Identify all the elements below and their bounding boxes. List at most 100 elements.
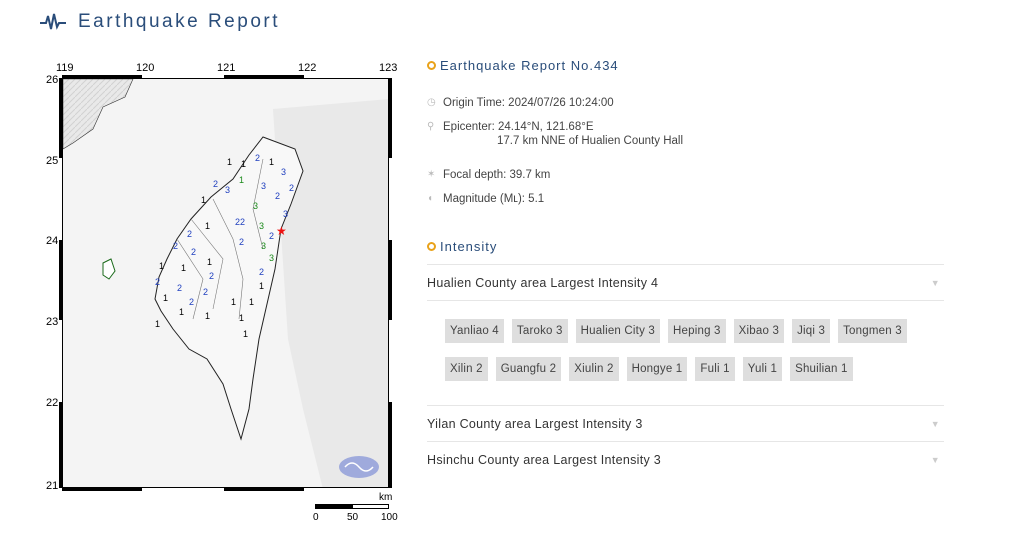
svg-text:1: 1 — [249, 297, 254, 307]
svg-text:2: 2 — [275, 191, 280, 201]
magnitude-icon: ◖ — [427, 193, 434, 204]
svg-text:2: 2 — [259, 267, 264, 277]
svg-text:3: 3 — [253, 201, 258, 211]
star-icon: ✶ — [427, 169, 436, 180]
page-title: Earthquake Report — [78, 11, 280, 32]
svg-text:2: 2 — [255, 153, 260, 163]
lat-tick: 26 — [46, 74, 59, 86]
station-chip[interactable]: Yanliao 4 — [445, 319, 504, 343]
svg-text:1: 1 — [181, 263, 186, 273]
svg-text:2: 2 — [177, 283, 182, 293]
lon-tick: 121 — [217, 62, 236, 74]
station-chip[interactable]: Hongye 1 — [626, 357, 688, 381]
svg-text:3: 3 — [261, 241, 266, 251]
svg-text:1: 1 — [159, 261, 164, 271]
svg-text:2: 2 — [189, 297, 194, 307]
svg-text:1: 1 — [269, 157, 274, 167]
svg-text:2: 2 — [173, 241, 178, 251]
svg-text:1: 1 — [239, 175, 244, 185]
svg-text:1: 1 — [241, 159, 246, 169]
station-chip[interactable]: Heping 3 — [668, 319, 726, 343]
clock-icon: ◷ — [427, 97, 436, 108]
intensity-title: Intensity — [427, 239, 947, 254]
station-chip[interactable]: Guangfu 2 — [495, 357, 562, 381]
svg-text:2: 2 — [203, 287, 208, 297]
station-chip[interactable]: Taroko 3 — [511, 319, 568, 343]
station-chip[interactable]: Shuilian 1 — [790, 357, 853, 381]
svg-text:1: 1 — [259, 281, 264, 291]
svg-text:1: 1 — [227, 157, 232, 167]
svg-text:1: 1 — [243, 329, 248, 339]
station-chip[interactable]: Xilin 2 — [445, 357, 488, 381]
page-header: Earthquake Report — [40, 8, 280, 36]
svg-text:2: 2 — [213, 179, 218, 189]
report-panel: Earthquake Report No.434 ◷ Origin Time: … — [427, 58, 947, 477]
svg-text:2: 2 — [289, 183, 294, 193]
svg-text:1: 1 — [239, 313, 244, 323]
report-title-text: Earthquake Report No.434 — [440, 58, 619, 73]
epicenter: ⚲ Epicenter: 24.14°N, 121.68°E 17.7 km N… — [427, 121, 683, 147]
area-hsinchu[interactable]: Hsinchu County area Largest Intensity 3 … — [427, 441, 944, 477]
svg-text:3: 3 — [269, 253, 274, 263]
intensity-accordion: Hualien County area Largest Intensity 4 … — [427, 264, 944, 477]
taiwan-map-svg: 1 1 2 1 3 2 2 3 1 3 2 1 3 3 22 3 2 2 1 2 — [63, 79, 388, 487]
scale-unit: km — [379, 492, 393, 503]
lat-tick: 22 — [46, 397, 59, 409]
svg-text:1: 1 — [205, 311, 210, 321]
lon-tick: 123 — [379, 62, 398, 74]
svg-text:2: 2 — [155, 277, 160, 287]
svg-text:2: 2 — [269, 231, 274, 241]
circle-bullet-icon — [427, 61, 436, 70]
report-info: ◷ Origin Time: 2024/07/26 10:24:00 ⚲ Epi… — [427, 97, 947, 217]
location-pin-icon: ⚲ — [427, 121, 435, 132]
area-yilan[interactable]: Yilan County area Largest Intensity 3 ▼ — [427, 405, 944, 441]
scale-label: 0 — [313, 512, 319, 523]
station-chip[interactable]: Xiulin 2 — [569, 357, 619, 381]
station-chip[interactable]: Fuli 1 — [695, 357, 735, 381]
seismograph-icon — [40, 13, 66, 30]
chevron-down-icon: ▼ — [930, 277, 940, 288]
svg-text:2: 2 — [191, 247, 196, 257]
svg-text:1: 1 — [231, 297, 236, 307]
svg-text:1: 1 — [155, 319, 160, 329]
svg-text:22: 22 — [235, 217, 245, 227]
origin-time: ◷ Origin Time: 2024/07/26 10:24:00 — [427, 97, 614, 109]
lat-tick: 24 — [46, 235, 59, 247]
lon-tick: 119 — [56, 62, 74, 74]
area-hualien[interactable]: Hualien County area Largest Intensity 4 … — [427, 264, 944, 300]
lon-tick: 120 — [136, 62, 155, 74]
station-chip[interactable]: Hualien City 3 — [575, 319, 661, 343]
map-canvas: 1 1 2 1 3 2 2 3 1 3 2 1 3 3 22 3 2 2 1 2 — [62, 78, 389, 488]
chevron-down-icon: ▼ — [930, 454, 940, 465]
svg-text:2: 2 — [239, 237, 244, 247]
svg-text:3: 3 — [283, 209, 288, 219]
lat-tick: 21 — [46, 480, 59, 492]
station-chip[interactable]: Tongmen 3 — [838, 319, 907, 343]
epicenter-marker: ★ — [276, 224, 287, 238]
svg-text:1: 1 — [163, 293, 168, 303]
magnitude: ◖ Magnitude (Mʟ): 5.1 — [427, 193, 545, 205]
svg-text:1: 1 — [201, 195, 206, 205]
svg-text:3: 3 — [261, 181, 266, 191]
svg-text:3: 3 — [259, 221, 264, 231]
svg-text:3: 3 — [281, 167, 286, 177]
station-list: Yanliao 4 Taroko 3 Hualien City 3 Heping… — [427, 300, 944, 405]
station-chip[interactable]: Yuli 1 — [742, 357, 783, 381]
scale-label: 50 — [347, 512, 359, 523]
station-chip[interactable]: Jiqi 3 — [792, 319, 831, 343]
circle-bullet-icon — [427, 242, 436, 251]
intensity-map: 119 120 121 122 123 26 25 24 23 22 21 1 … — [40, 60, 410, 530]
lat-tick: 25 — [46, 155, 59, 167]
svg-text:1: 1 — [207, 257, 212, 267]
focal-depth: ✶ Focal depth: 39.7 km — [427, 169, 551, 181]
svg-text:1: 1 — [179, 307, 184, 317]
scale-label: 100 — [381, 512, 398, 523]
station-chip[interactable]: Xibao 3 — [733, 319, 785, 343]
svg-text:2: 2 — [209, 271, 214, 281]
report-title: Earthquake Report No.434 — [427, 58, 947, 73]
svg-text:1: 1 — [205, 221, 210, 231]
lon-tick: 122 — [298, 62, 317, 74]
chevron-down-icon: ▼ — [930, 418, 940, 429]
lat-tick: 23 — [46, 316, 59, 328]
svg-text:2: 2 — [187, 229, 192, 239]
